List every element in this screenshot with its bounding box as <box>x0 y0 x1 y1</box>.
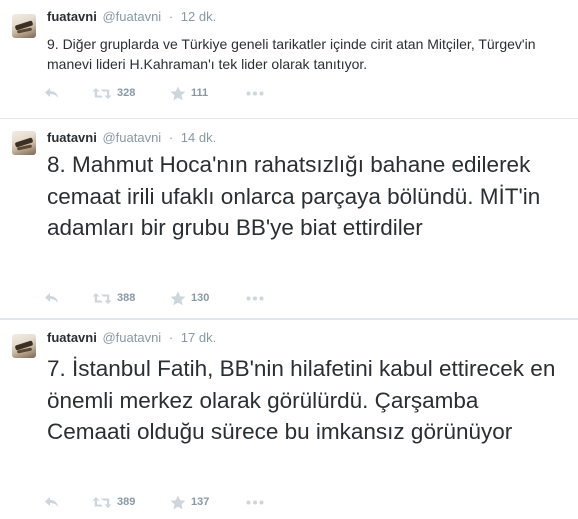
more-button[interactable] <box>246 500 264 505</box>
retweet-count: 328 <box>117 87 136 99</box>
avatar[interactable] <box>12 14 36 38</box>
tweet-header: fuatavni @fuatavni · 17 dk. <box>47 330 216 346</box>
retweet-count: 389 <box>117 496 136 508</box>
retweet-button[interactable]: 388 <box>92 292 164 305</box>
reply-button[interactable] <box>44 87 64 99</box>
more-dots-icon <box>246 296 264 301</box>
favorite-button[interactable]: 111 <box>170 86 242 101</box>
tweet-text: 7. İstanbul Fatih, BB'nin hilafetini kab… <box>47 356 556 444</box>
reply-icon <box>44 292 59 304</box>
retweet-icon <box>92 496 112 509</box>
user-name[interactable]: fuatavni <box>47 330 97 345</box>
retweet-icon <box>92 87 112 100</box>
user-handle[interactable]: @fuatavni <box>102 130 161 145</box>
timestamp[interactable]: 17 dk. <box>181 330 216 345</box>
user-name[interactable]: fuatavni <box>47 130 97 145</box>
retweet-button[interactable]: 328 <box>92 87 164 100</box>
retweet-button[interactable]: 389 <box>92 496 164 509</box>
more-button[interactable] <box>246 296 264 301</box>
favorite-count: 137 <box>191 496 210 508</box>
favorite-count: 130 <box>191 292 210 304</box>
user-handle[interactable]: @fuatavni <box>102 330 161 345</box>
tweet-actions: 328 111 <box>44 84 264 102</box>
star-icon <box>170 86 186 101</box>
retweet-count: 388 <box>117 292 136 304</box>
reply-icon <box>44 87 59 99</box>
reply-icon <box>44 496 59 508</box>
timestamp[interactable]: 12 dk. <box>181 9 216 24</box>
more-dots-icon <box>246 500 264 505</box>
favorite-button[interactable]: 137 <box>170 495 242 510</box>
star-icon <box>170 495 186 510</box>
reply-button[interactable] <box>44 496 64 508</box>
more-button[interactable] <box>246 91 264 96</box>
tweet-actions: 388 130 <box>44 289 264 307</box>
tweet-actions: 389 137 <box>44 493 264 511</box>
tweet-header: fuatavni @fuatavni · 14 dk. <box>47 130 216 146</box>
separator: · <box>168 9 174 24</box>
user-name[interactable]: fuatavni <box>47 9 97 24</box>
favorite-count: 111 <box>191 87 209 99</box>
tweet-text: 9. Diğer gruplarda ve Türkiye geneli tar… <box>47 36 536 72</box>
star-icon <box>170 291 186 306</box>
retweet-icon <box>92 292 112 305</box>
timestamp[interactable]: 14 dk. <box>181 130 216 145</box>
more-dots-icon <box>246 91 264 96</box>
tweet: fuatavni @fuatavni · 12 dk. 9. Diğer gru… <box>0 0 578 118</box>
tweet-text: 8. Mahmut Hoca'nın rahatsızlığı bahane e… <box>47 152 541 240</box>
favorite-button[interactable]: 130 <box>170 291 242 306</box>
separator: · <box>168 330 174 345</box>
tweet-header: fuatavni @fuatavni · 12 dk. <box>47 9 216 25</box>
user-handle[interactable]: @fuatavni <box>102 9 161 24</box>
tweet: fuatavni @fuatavni · 17 dk. 7. İstanbul … <box>0 319 578 519</box>
separator: · <box>168 130 174 145</box>
avatar[interactable] <box>12 334 36 358</box>
reply-button[interactable] <box>44 292 64 304</box>
tweet: fuatavni @fuatavni · 14 dk. 8. Mahmut Ho… <box>0 118 578 319</box>
avatar[interactable] <box>12 131 36 155</box>
